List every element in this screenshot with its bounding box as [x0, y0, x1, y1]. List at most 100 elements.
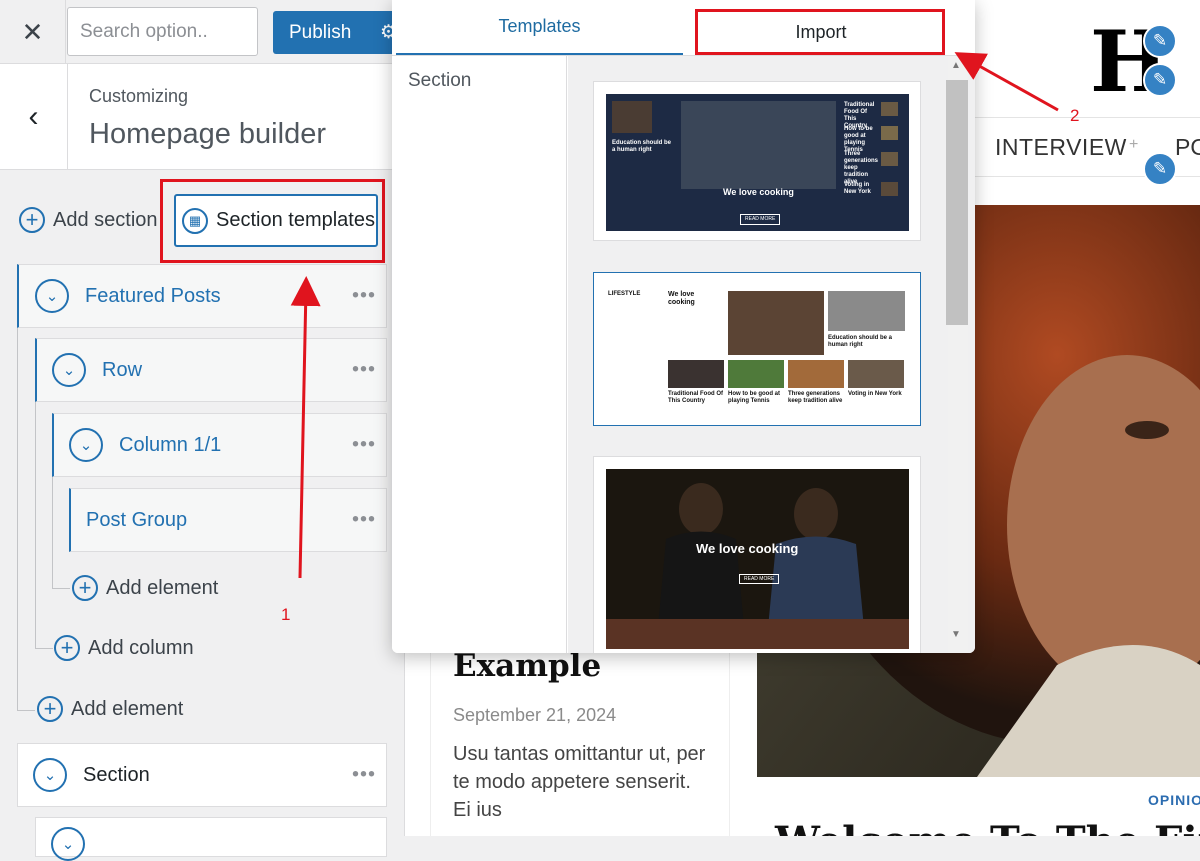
templates-popup: Templates Import Section Education shoul…: [392, 0, 975, 653]
annotation-label-2: 2: [1070, 106, 1080, 125]
chevron-down-icon[interactable]: ⌄: [51, 827, 85, 861]
template-preview: Education should be a human right We lov…: [606, 94, 909, 231]
thumb-image: [848, 360, 904, 388]
template-preview: We love cooking READ MORE: [606, 469, 909, 649]
scroll-down-icon[interactable]: ▼: [951, 629, 961, 640]
publish-button[interactable]: Publish: [273, 11, 379, 54]
template-side-title: Education should be a human right: [612, 140, 672, 153]
tree-node-label: Section: [83, 763, 150, 786]
tree-node-featured-posts[interactable]: ⌄ Featured Posts •••: [17, 264, 387, 328]
more-options-icon[interactable]: •••: [352, 359, 376, 382]
template-gallery: Education should be a human right We lov…: [568, 56, 975, 653]
more-options-icon[interactable]: •••: [352, 509, 376, 532]
thumb-image: [881, 182, 898, 196]
plus-icon: +: [19, 207, 45, 233]
template-caption: Three generations keep tradition alive: [788, 391, 843, 404]
nav-item-next[interactable]: PO: [1175, 134, 1200, 161]
edit-pencil-icon[interactable]: ✎: [1143, 24, 1177, 58]
template-list-item: Voting in New York: [844, 182, 871, 195]
template-card[interactable]: Education should be a human right We lov…: [593, 81, 921, 241]
annotation-box-2: [695, 9, 945, 55]
nav-divider: [970, 117, 1200, 118]
nav-item-interview[interactable]: INTERVIEW: [995, 134, 1127, 161]
scrollbar-thumb[interactable]: [946, 80, 968, 325]
thumb-image: [828, 291, 905, 331]
template-heading: We love cooking: [668, 291, 695, 306]
tree-line: [52, 588, 70, 589]
tree-node-section[interactable]: ⌄ Section •••: [17, 743, 387, 807]
template-card[interactable]: LIFESTYLE We love cooking Education shou…: [593, 272, 921, 426]
category-item-section[interactable]: Section: [408, 70, 471, 92]
chevron-down-icon[interactable]: ⌄: [35, 279, 69, 313]
template-heading: We love cooking: [723, 187, 794, 197]
thumb-image: [788, 360, 844, 388]
more-options-icon[interactable]: •••: [352, 764, 376, 787]
tree-node-next[interactable]: ⌄: [35, 817, 387, 861]
template-button: READ MORE: [740, 214, 781, 225]
template-card[interactable]: We love cooking READ MORE: [593, 456, 921, 653]
annotation-label-1: 1: [281, 605, 291, 624]
add-section-label: Add section: [53, 208, 158, 231]
chevron-down-icon[interactable]: ⌄: [33, 758, 67, 792]
add-column-label: Add column: [88, 636, 194, 659]
more-options-icon[interactable]: •••: [352, 434, 376, 457]
panel-header: ‹ Customizing Homepage builder: [0, 64, 405, 170]
plus-icon: +: [37, 696, 63, 722]
template-label: LIFESTYLE: [608, 291, 641, 297]
article-date: September 21, 2024: [453, 705, 617, 725]
tree-line: [52, 477, 53, 589]
plus-icon: +: [54, 635, 80, 661]
thumb-image: [728, 291, 824, 355]
chevron-down-icon[interactable]: ⌄: [52, 353, 86, 387]
add-element-button[interactable]: + Add element: [72, 575, 218, 601]
edit-pencil-icon[interactable]: ✎: [1143, 63, 1177, 97]
scroll-up-icon[interactable]: ▲: [951, 60, 961, 71]
add-element-label: Add element: [106, 576, 219, 599]
back-button[interactable]: ‹: [0, 64, 68, 170]
template-caption: Voting in New York: [848, 391, 902, 397]
search-input[interactable]: Search option..: [67, 7, 258, 56]
tree-node-post-group[interactable]: Post Group •••: [69, 488, 387, 552]
customizer-topbar: ✕ Search option.. Publish ⚙: [0, 0, 405, 64]
panel-title: Homepage builder: [89, 118, 326, 150]
thumb-image: [681, 101, 836, 189]
thumb-image: [668, 360, 724, 388]
template-heading: We love cooking: [696, 541, 799, 556]
add-section-button[interactable]: + Add section: [19, 207, 158, 233]
panel-subtitle: Customizing: [89, 86, 189, 106]
annotation-box-1: [160, 179, 385, 263]
tree-line: [35, 402, 36, 649]
post-title[interactable]: Welcome To The Fir: [775, 818, 1200, 836]
close-icon[interactable]: ✕: [0, 0, 66, 64]
category-list: Section: [392, 56, 567, 653]
more-options-icon[interactable]: •••: [352, 285, 376, 308]
article-title[interactable]: Example: [453, 648, 601, 684]
template-caption: Traditional Food Of This Country: [668, 391, 723, 404]
thumb-image: [612, 101, 652, 133]
template-preview: LIFESTYLE We love cooking Education shou…: [606, 285, 909, 412]
thumb-image: [881, 126, 898, 140]
thumb-image: [728, 360, 784, 388]
tree-node-row[interactable]: ⌄ Row •••: [35, 338, 387, 402]
tree-node-column[interactable]: ⌄ Column 1/1 •••: [52, 413, 387, 477]
customizer-sidebar: ✕ Search option.. Publish ⚙ ‹ Customizin…: [0, 0, 405, 861]
plus-icon: +: [72, 575, 98, 601]
thumb-image: [881, 152, 898, 166]
nav-submenu-icon[interactable]: +: [1129, 136, 1138, 154]
template-caption: How to be good at playing Tennis: [728, 391, 780, 404]
article-excerpt: Usu tantas omittantur ut, per te modo ap…: [453, 743, 706, 821]
edit-pencil-icon[interactable]: ✎: [1143, 152, 1177, 186]
add-column-button[interactable]: + Add column: [54, 635, 194, 661]
category-label[interactable]: OPINIO: [1148, 792, 1200, 808]
tree-line: [35, 648, 53, 649]
tree-node-label: Featured Posts: [85, 284, 221, 307]
tree-node-label: Row: [102, 358, 143, 381]
tree-line: [17, 710, 35, 711]
chevron-down-icon[interactable]: ⌄: [69, 428, 103, 462]
template-list-item: Three generations keep tradition alive: [844, 151, 879, 185]
thumb-image: [881, 102, 898, 116]
tree-node-label: Column 1/1: [119, 433, 222, 456]
add-element-button[interactable]: + Add element: [37, 696, 183, 722]
tab-templates[interactable]: Templates: [396, 0, 683, 55]
add-element-label: Add element: [71, 697, 184, 720]
